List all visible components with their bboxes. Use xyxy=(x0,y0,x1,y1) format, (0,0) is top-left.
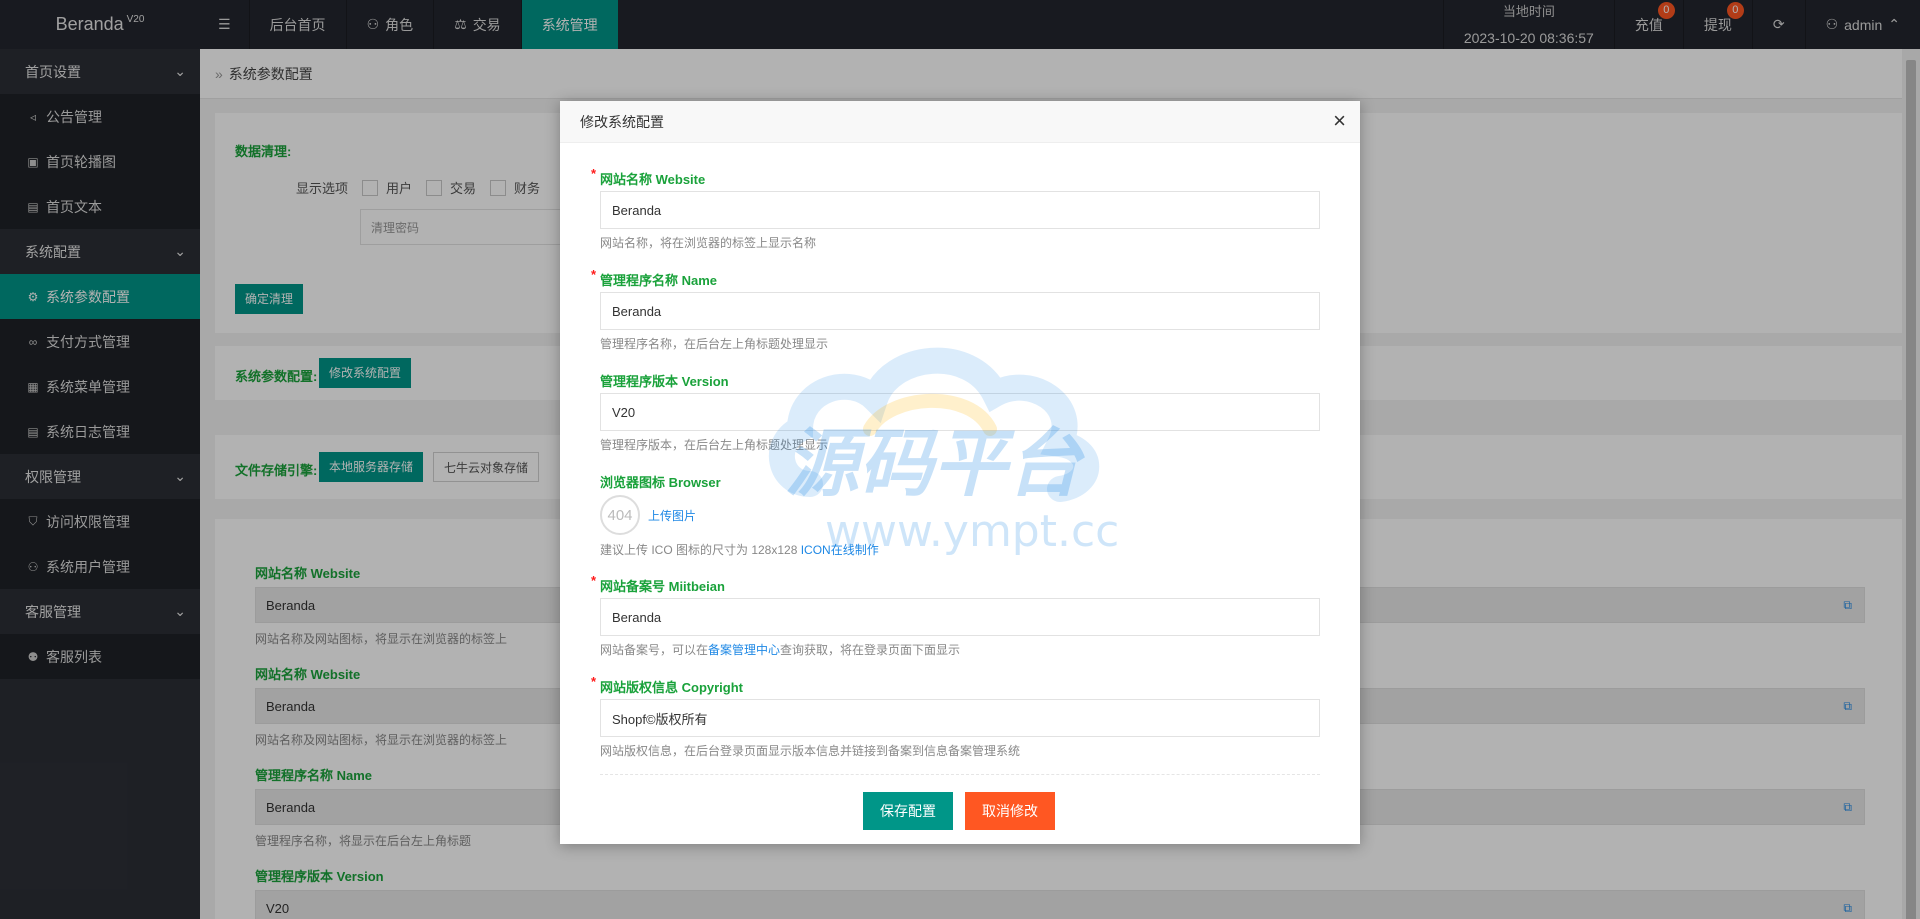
copyright-input[interactable]: Shopf©版权所有 xyxy=(600,699,1320,737)
close-icon[interactable]: × xyxy=(1333,110,1346,132)
version-input[interactable]: V20 xyxy=(600,393,1320,431)
name-input[interactable]: Beranda xyxy=(600,292,1320,330)
field-hint-text: 网站备案号，可以在 xyxy=(600,643,709,657)
beian-center-link[interactable]: 备案管理中心 xyxy=(708,643,780,657)
icon-online-link[interactable]: ICON在线制作 xyxy=(801,543,879,557)
field-hint: 网站版权信息，在后台登录页面显示版本信息并链接到备案到信息备案管理系统 xyxy=(600,744,1021,758)
field-hint: 建议上传 ICO 图标的尺寸为 128x128 ICON在线制作 xyxy=(600,541,1320,558)
modal-field-version: 管理程序版本 Version V20 管理程序版本，在后台左上角标题处理显示 xyxy=(600,371,1320,453)
field-hint: 管理程序版本，在后台左上角标题处理显示 xyxy=(600,438,829,452)
website-input[interactable]: Beranda xyxy=(600,191,1320,229)
modal-field-browser-icon: 浏览器图标 Browser 404 上传图片 建议上传 ICO 图标的尺寸为 1… xyxy=(600,472,1320,558)
modal-field-miitbeian: * 网站备案号 Miitbeian Beranda 网站备案号，可以在备案管理中心… xyxy=(591,573,1320,658)
field-title: 管理程序名称 Name xyxy=(600,273,718,288)
field-title: 网站备案号 Miitbeian xyxy=(600,579,725,594)
field-title: 浏览器图标 Browser xyxy=(600,475,721,490)
field-hint-text: 建议上传 ICO 图标的尺寸为 128x128 xyxy=(600,543,801,557)
modal-header: 修改系统配置 × xyxy=(560,101,1360,143)
modal-field-copyright: * 网站版权信息 Copyright Shopf©版权所有 网站版权信息，在后台登… xyxy=(591,674,1320,759)
modal-field-website: * 网站名称 Website Beranda 网站名称，将在浏览器的标签上显示名称 xyxy=(591,166,1320,251)
field-title: 管理程序版本 Version xyxy=(600,374,729,389)
browser-icon-preview: 404 xyxy=(600,495,640,535)
field-title: 网站名称 Website xyxy=(600,172,706,187)
cancel-edit-button[interactable]: 取消修改 xyxy=(965,792,1055,830)
field-title: 网站版权信息 Copyright xyxy=(600,680,743,695)
field-hint-text: 查询获取，将在登录页面下面显示 xyxy=(780,643,961,657)
required-marker: * xyxy=(591,267,597,282)
field-hint: 网站备案号，可以在备案管理中心查询获取，将在登录页面下面显示 xyxy=(600,641,1320,658)
modal-field-name: * 管理程序名称 Name Beranda 管理程序名称，在后台左上角标题处理显示 xyxy=(591,267,1320,352)
modal-title: 修改系统配置 xyxy=(580,113,664,130)
upload-image-link[interactable]: 上传图片 xyxy=(648,507,696,524)
field-hint: 网站名称，将在浏览器的标签上显示名称 xyxy=(600,236,817,250)
modal-divider xyxy=(600,774,1320,775)
required-marker: * xyxy=(591,166,597,181)
required-marker: * xyxy=(591,573,597,588)
required-marker: * xyxy=(591,674,597,689)
browser-icon-row: 404 上传图片 xyxy=(600,494,1320,536)
save-config-button[interactable]: 保存配置 xyxy=(863,792,953,830)
field-hint: 管理程序名称，在后台左上角标题处理显示 xyxy=(600,337,829,351)
edit-config-modal: 修改系统配置 × * 网站名称 Website Beranda 网站名称，将在浏览… xyxy=(560,101,1360,844)
miitbeian-input[interactable]: Beranda xyxy=(600,598,1320,636)
